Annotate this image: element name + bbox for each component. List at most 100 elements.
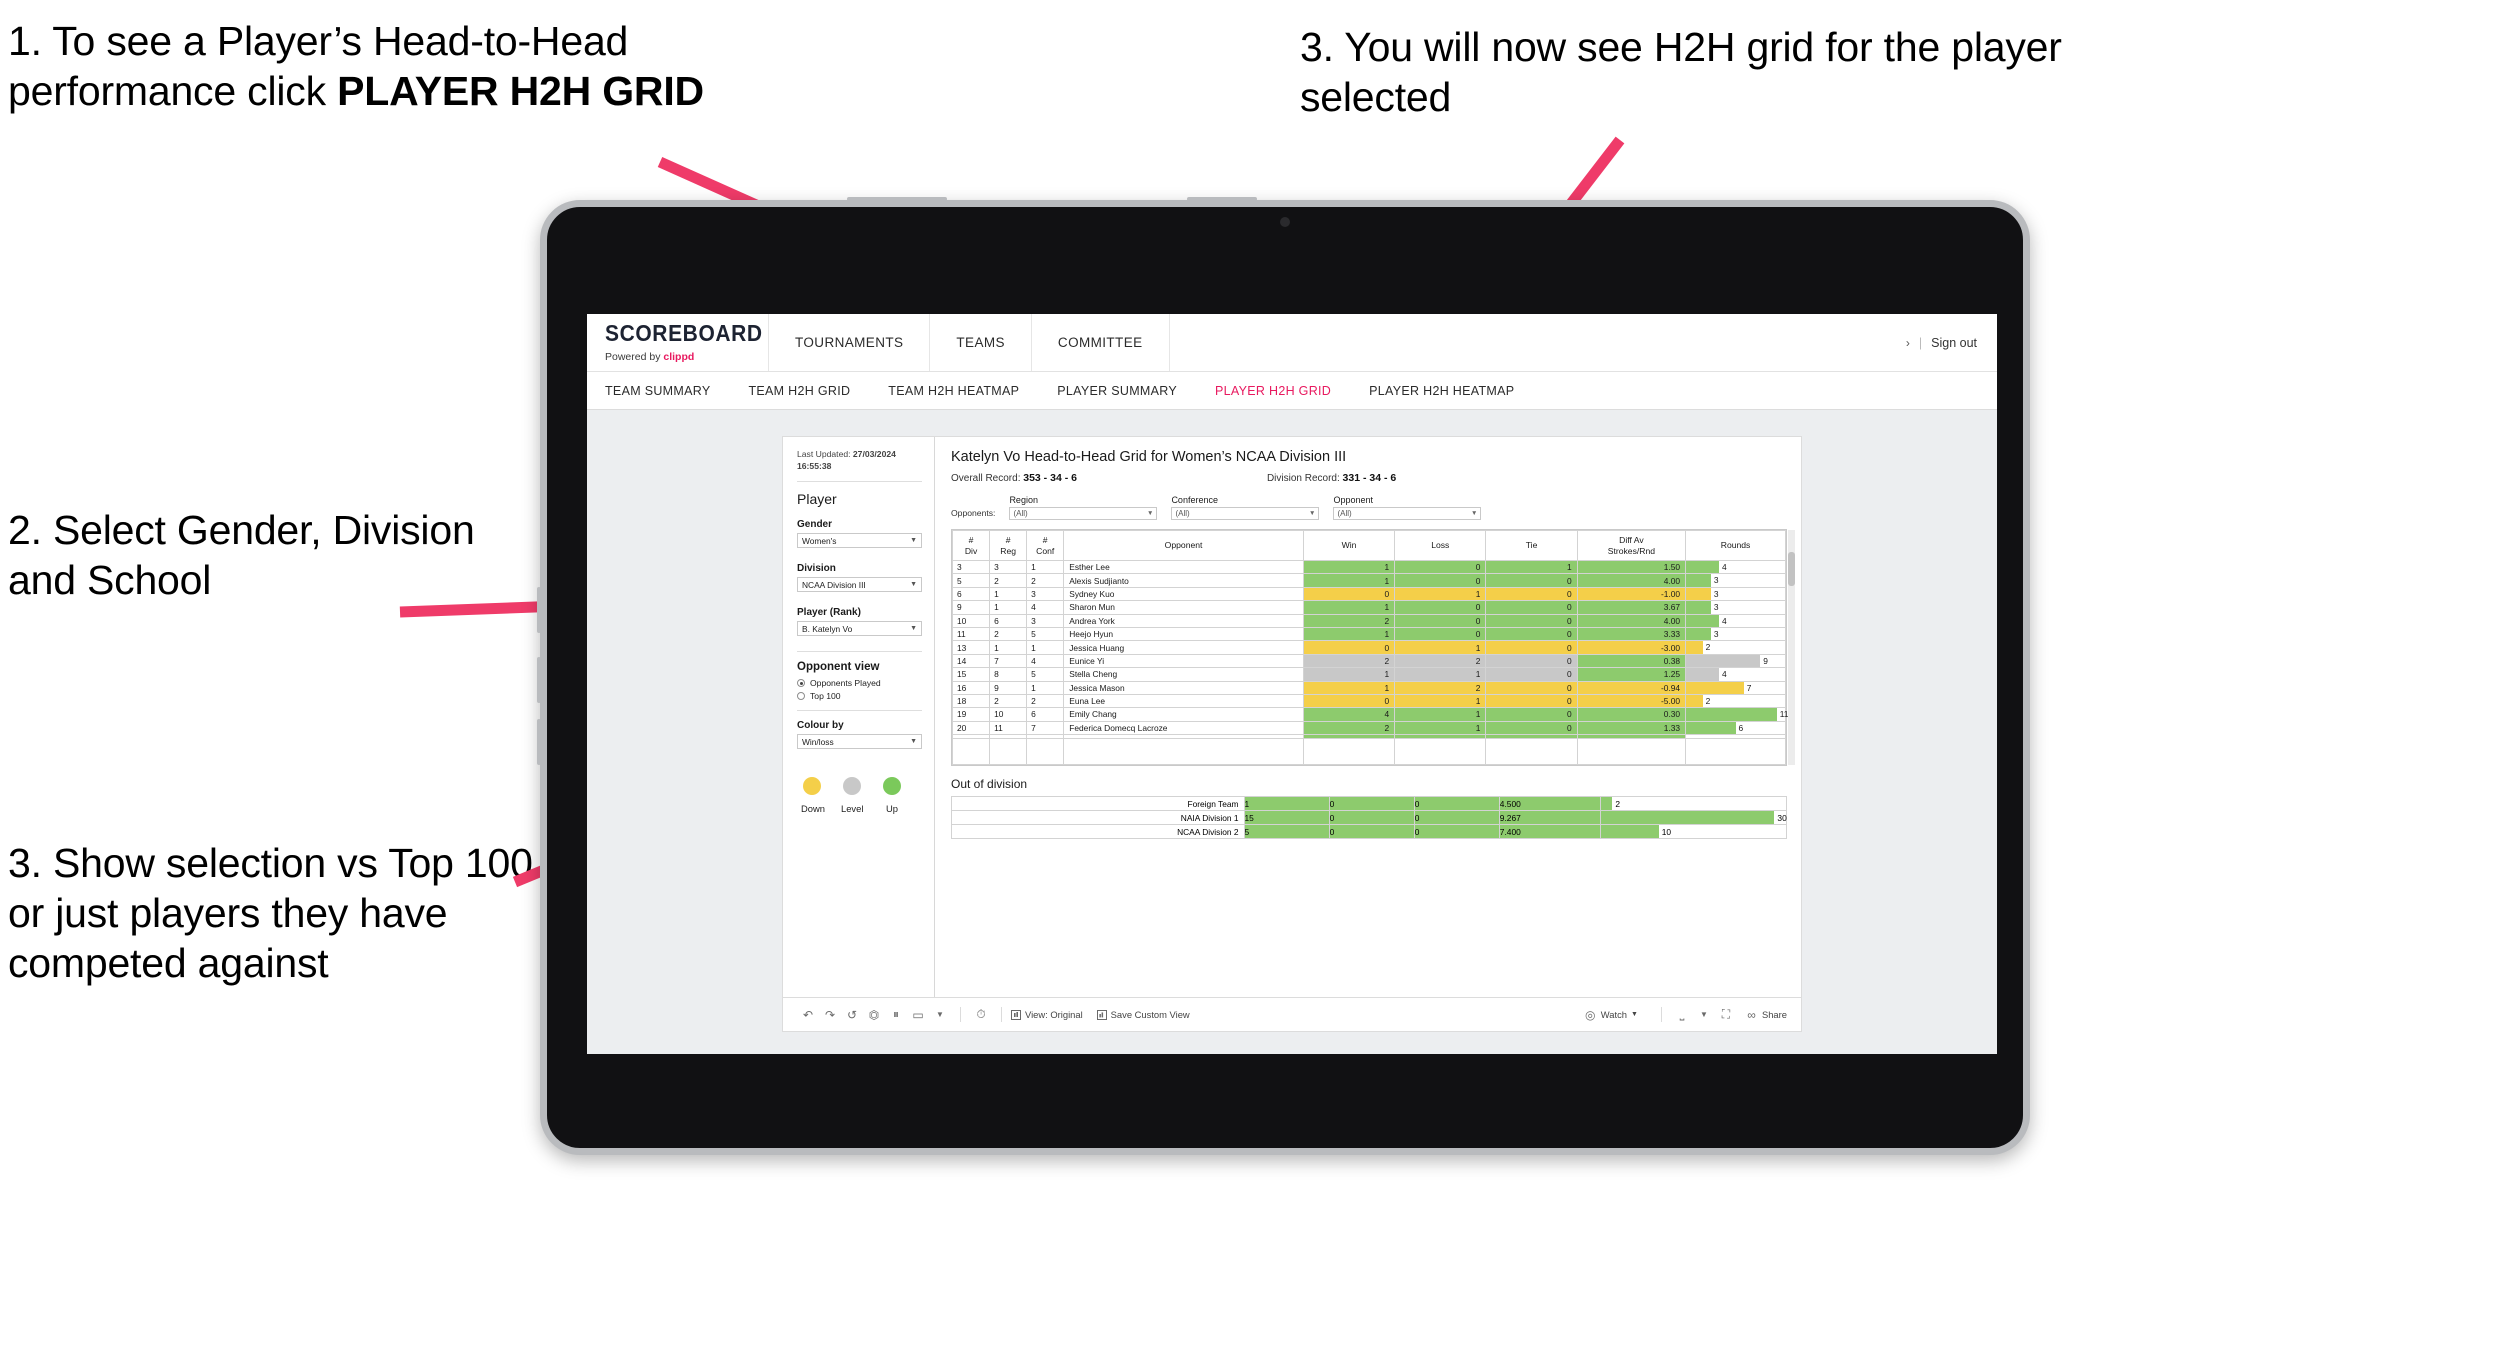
rounds-value: 7: [1746, 682, 1752, 693]
nav-item-teams[interactable]: TEAMS: [930, 314, 1032, 371]
cell-div: 13: [951, 640, 991, 655]
table-row[interactable]: 3 3 1 Esther Lee 1 0 1 1.50 4: [951, 559, 1786, 575]
radio-top-100-label: Top 100: [810, 691, 841, 702]
cell-diff: -1.00: [1576, 586, 1687, 602]
cell-loss: 0: [1394, 573, 1487, 588]
cell-diff: 1.33: [1576, 720, 1687, 736]
filter-divider-1: [797, 481, 922, 483]
cell-loss: 0: [1328, 810, 1415, 826]
division-select[interactable]: NCAA Division III ▼: [797, 577, 922, 593]
clock-icon[interactable]: ⏱: [970, 1007, 992, 1022]
cell-rounds: 10: [1599, 824, 1788, 840]
cell-loss: 0: [1394, 600, 1487, 615]
cell-reg: 9: [989, 680, 1028, 695]
tab-player-summary[interactable]: PLAYER SUMMARY: [1057, 384, 1177, 398]
tab-team-h2h-heatmap[interactable]: TEAM H2H HEATMAP: [888, 384, 1019, 398]
table-scrollbar-thumb[interactable]: [1788, 552, 1795, 586]
cell-tie: 0: [1485, 586, 1578, 602]
cell-diff: -0.94: [1576, 680, 1687, 695]
table-scrollbar[interactable]: [1788, 530, 1795, 766]
region-select[interactable]: (All) ▼: [1009, 507, 1158, 520]
cell-loss: 1: [1394, 693, 1487, 709]
save-custom-view-button[interactable]: Save Custom View: [1096, 1009, 1190, 1020]
cell-tie: 0: [1485, 693, 1578, 709]
view-icon: [1011, 1009, 1021, 1020]
download-icon[interactable]: ⎵: [1671, 1007, 1693, 1022]
nav-item-tournaments[interactable]: TOURNAMENTS: [769, 314, 931, 371]
refresh-icon[interactable]: ⏣: [863, 1008, 885, 1022]
gender-value: Women's: [802, 535, 837, 546]
nav-item-committee[interactable]: COMMITTEE: [1032, 314, 1170, 371]
pause-updates-icon[interactable]: ⏸: [885, 1007, 907, 1022]
app-header: SCOREBOARD Powered by clippd TOURNAMENTS…: [587, 314, 1997, 372]
chevron-down-icon[interactable]: ▼: [929, 1010, 951, 1019]
brand-logo[interactable]: SCOREBOARD Powered by clippd: [587, 314, 769, 371]
cell-tie: 0: [1485, 613, 1578, 628]
cell-rounds: 2: [1685, 693, 1786, 709]
out-of-division-row[interactable]: NCAA Division 2 5 0 0 7.400 10: [951, 824, 1788, 840]
fullscreen-icon[interactable]: ⛶: [1715, 1007, 1737, 1022]
chevron-right-icon[interactable]: ›: [1906, 336, 1910, 350]
table-row[interactable]: 13 1 1 Jessica Huang 0 1 0 -3.00 2: [951, 640, 1786, 655]
opponent-select[interactable]: (All) ▼: [1333, 507, 1482, 520]
cell-div: 9: [951, 600, 991, 615]
chevron-down-icon[interactable]: ▼: [1693, 1010, 1715, 1019]
rounds-bar: [1686, 627, 1711, 641]
table-row[interactable]: 18 2 2 Euna Lee 0 1 0 -5.00 2: [951, 693, 1786, 709]
tab-player-h2h-heatmap[interactable]: PLAYER H2H HEATMAP: [1369, 384, 1514, 398]
cell-tie: 0: [1413, 824, 1500, 840]
rectangle-select-icon[interactable]: ▭: [907, 1008, 929, 1022]
table-row[interactable]: 5 2 2 Alexis Sudjianto 1 0 0 4.00 3: [951, 573, 1786, 588]
radio-opponents-played[interactable]: Opponents Played: [797, 678, 922, 688]
colour-by-select[interactable]: Win/loss ▼: [797, 734, 922, 750]
tab-player-h2h-grid[interactable]: PLAYER H2H GRID: [1215, 384, 1331, 398]
colour-by-label: Colour by: [797, 720, 844, 732]
revert-icon[interactable]: ↺: [841, 1008, 863, 1022]
table-row[interactable]: 9 1 4 Sharon Mun 1 0 0 3.67 3: [951, 600, 1786, 615]
share-button[interactable]: ∞ Share: [1745, 1008, 1787, 1022]
legend-level-swatch: [843, 777, 861, 796]
player-rank-select[interactable]: B. Katelyn Vo ▼: [797, 621, 922, 637]
view-original-button[interactable]: View: Original: [1011, 1009, 1083, 1020]
col-diff-line1: Diff Av: [1619, 534, 1644, 545]
table-row[interactable]: 10 6 3 Andrea York 2 0 0 4.00 4: [951, 613, 1786, 628]
table-row[interactable]: 19 10 6 Emily Chang 4 1 0 0.30 11: [951, 707, 1788, 722]
cell-div: 18: [951, 693, 991, 709]
cell-conf: 3: [1026, 586, 1065, 602]
watch-button[interactable]: ◎ Watch ▼: [1584, 1008, 1638, 1022]
cell-conf: 4: [1026, 653, 1065, 669]
col-div-line1: #: [968, 534, 974, 545]
cell-loss: 1: [1394, 720, 1487, 736]
redo-icon[interactable]: ↷: [819, 1008, 841, 1022]
account-separator: |: [1918, 335, 1923, 350]
cell-diff: 4.500: [1498, 796, 1601, 812]
table-row[interactable]: 15 8 5 Stella Cheng 1 1 0 1.25 4: [951, 667, 1786, 682]
tab-team-summary[interactable]: TEAM SUMMARY: [605, 384, 710, 398]
undo-icon[interactable]: ↶: [797, 1008, 819, 1022]
gender-select[interactable]: Women's ▼: [797, 533, 922, 549]
chevron-down-icon: ▼: [910, 581, 917, 589]
cell-div: 3: [951, 559, 991, 575]
table-row[interactable]: 14 7 4 Eunice Yi 2 2 0 0.38 9: [951, 653, 1786, 669]
device-antenna-band-2: [1187, 197, 1257, 201]
table-row[interactable]: 16 9 1 Jessica Mason 1 2 0 -0.94 7: [951, 680, 1786, 695]
out-of-division-row[interactable]: Foreign Team 1 0 0 4.500 2: [951, 796, 1788, 812]
conference-filter: Conference (All) ▼: [1171, 495, 1320, 520]
out-of-division-row[interactable]: NAIA Division 1 15 0 0 9.267 30: [951, 810, 1788, 826]
table-row[interactable]: 6 1 3 Sydney Kuo 0 1 0 -1.00 3: [951, 586, 1786, 602]
table-row[interactable]: 11 2 5 Heejo Hyun 1 0 0 3.33 3: [951, 626, 1786, 642]
tablet-screen: SCOREBOARD Powered by clippd TOURNAMENTS…: [587, 314, 1997, 1054]
share-label: Share: [1761, 1009, 1787, 1020]
tab-team-h2h-grid[interactable]: TEAM H2H GRID: [748, 384, 850, 398]
overall-record-value: 353 - 34 - 6: [1023, 472, 1077, 484]
cell-reg: 11: [989, 720, 1028, 736]
conference-select[interactable]: (All) ▼: [1171, 507, 1320, 520]
cell-rounds: 4: [1685, 613, 1786, 628]
col-reg: # Reg: [989, 530, 1028, 561]
table-row[interactable]: 20 11 7 Federica Domecq Lacroze 2 1 0 1.33 6: [951, 720, 1786, 736]
opponent-filter: Opponent (All) ▼: [1333, 495, 1482, 520]
radio-top-100[interactable]: Top 100: [797, 691, 922, 701]
cell-reg: 1: [989, 640, 1028, 655]
sign-out-link[interactable]: Sign out: [1931, 336, 1977, 350]
radio-unselected-icon: [797, 692, 805, 701]
